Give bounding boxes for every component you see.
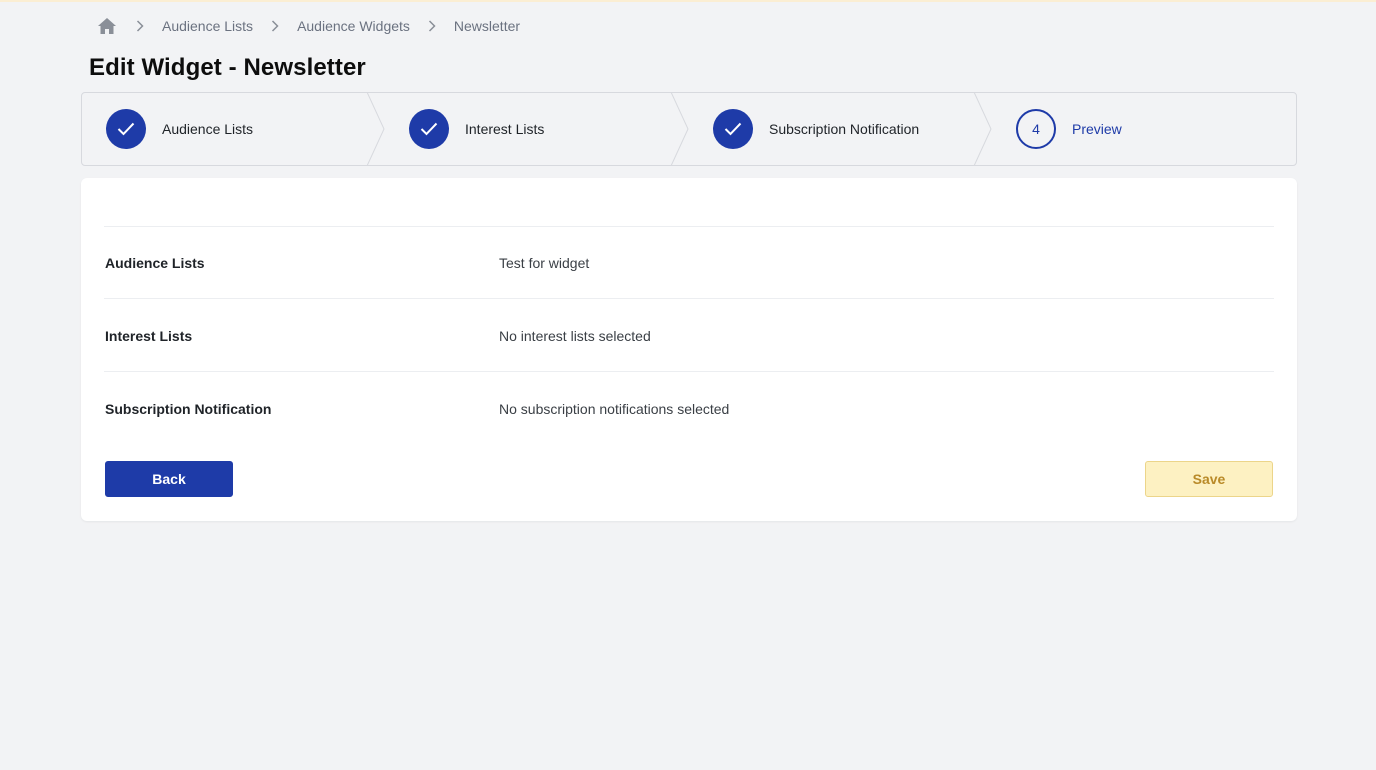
step-subscription-notification[interactable]: Subscription Notification bbox=[713, 93, 919, 165]
step-interest-lists[interactable]: Interest Lists bbox=[409, 93, 544, 165]
check-icon bbox=[106, 109, 146, 149]
step-label: Preview bbox=[1072, 121, 1122, 137]
step-preview[interactable]: 4 Preview bbox=[1016, 93, 1122, 165]
step-label: Subscription Notification bbox=[769, 121, 920, 137]
summary-value-interest-lists: No interest lists selected bbox=[499, 328, 651, 344]
summary-label-interest-lists: Interest Lists bbox=[105, 328, 193, 344]
step-divider bbox=[670, 92, 689, 166]
save-button[interactable]: Save bbox=[1145, 461, 1273, 497]
step-divider bbox=[973, 92, 992, 166]
chevron-right-icon bbox=[253, 15, 297, 37]
step-label: Interest Lists bbox=[465, 121, 545, 137]
row-divider bbox=[104, 298, 1274, 299]
wizard-stepper: Audience Lists Interest Lists Subscripti… bbox=[81, 92, 1297, 166]
home-icon[interactable] bbox=[96, 15, 118, 37]
check-icon bbox=[713, 109, 753, 149]
row-divider bbox=[104, 371, 1274, 372]
check-icon bbox=[409, 109, 449, 149]
summary-label-audience-lists: Audience Lists bbox=[105, 255, 205, 271]
page-title: Edit Widget - Newsletter bbox=[89, 54, 366, 81]
chevron-right-icon bbox=[410, 15, 454, 37]
back-button[interactable]: Back bbox=[105, 461, 233, 497]
breadcrumb-audience-lists[interactable]: Audience Lists bbox=[162, 18, 253, 34]
chevron-right-icon bbox=[118, 15, 162, 37]
step-number: 4 bbox=[1032, 121, 1040, 137]
summary-label-subscription-notification: Subscription Notification bbox=[105, 401, 272, 417]
preview-card: Audience Lists Test for widget Interest … bbox=[81, 178, 1297, 521]
summary-value-subscription-notification: No subscription notifications selected bbox=[499, 401, 730, 417]
step-label: Audience Lists bbox=[162, 121, 254, 137]
step-divider bbox=[366, 92, 385, 166]
top-accent-line bbox=[0, 0, 1376, 2]
breadcrumb-audience-widgets[interactable]: Audience Widgets bbox=[297, 18, 410, 34]
step-number-badge: 4 bbox=[1016, 109, 1056, 149]
step-audience-lists[interactable]: Audience Lists bbox=[106, 93, 253, 165]
breadcrumb: Audience Lists Audience Widgets Newslett… bbox=[96, 14, 520, 38]
row-divider bbox=[104, 226, 1274, 227]
breadcrumb-current: Newsletter bbox=[453, 18, 521, 34]
summary-value-audience-lists: Test for widget bbox=[499, 255, 590, 271]
